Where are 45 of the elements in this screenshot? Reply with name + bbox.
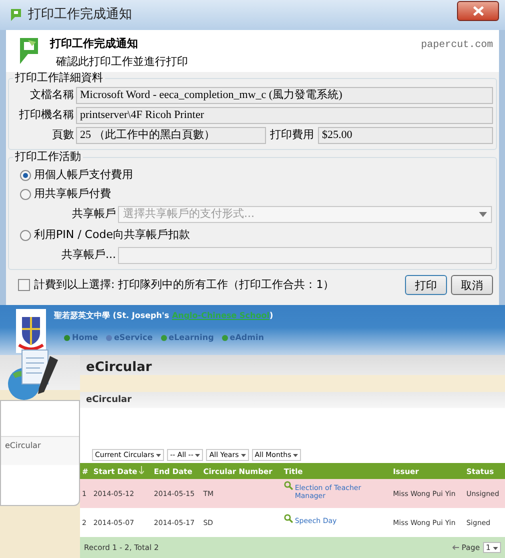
caret-icon [240,454,246,456]
readonly-field: Microsoft Word - eeca_completion_mw_c (風力發電系統) [76,87,493,104]
app-logo-icon [18,36,40,66]
readonly-field: $25.00 [318,127,493,144]
readonly-field: 25 （此工作中的黑白頁數） [76,127,266,144]
group-legend: 打印工作詳細資料 [13,72,105,84]
brand-text: papercut.com [420,39,493,52]
field-label: 文檔名稱 [29,89,74,102]
header-subtitle: 確認此打印工作並進行打印 [55,56,189,68]
page-title: eCircular [80,355,505,375]
close-button[interactable] [457,1,499,21]
checkbox[interactable] [18,279,30,291]
section-title: eCircular [80,392,505,408]
field-label: 共享帳戶 [71,208,116,221]
radio-button[interactable] [20,170,31,180]
magnifier-icon[interactable] [284,481,293,490]
school-name: 聖若瑟英文中學 (St. Joseph's Anglo-Chinese School) [54,310,274,321]
radio-button[interactable] [20,188,31,200]
caret-icon [493,547,498,550]
print-button[interactable]: 打印 [405,275,447,295]
account-dropdown[interactable]: 選擇共享帳戶的支付形式... [118,206,492,223]
sidebar-item[interactable]: eCircular [1,436,79,465]
field-label: 打印費用 [269,129,315,142]
group-legend: 打印工作活動 [13,151,83,163]
checkbox-label: 計費到以上選擇: 打印隊列中的所有工作（打印工作合共：1） [34,278,336,292]
radio-button[interactable] [20,230,31,240]
radio-label: 利用PIN / Code向共享帳戶扣款 [34,228,190,242]
field-label: 共享帳戶... [60,249,116,262]
window-title: 打印工作完成通知 [28,8,133,22]
close-icon [472,6,484,16]
caret-icon [293,454,298,456]
radio-label: 用共享帳戶付費 [34,188,111,200]
previous-arrow-icon[interactable] [452,545,459,550]
radio-label: 用個人帳戶支付費用 [34,168,133,182]
sort-icon [139,466,144,474]
magnifier-icon[interactable] [284,514,293,523]
caret-icon [479,212,487,217]
app-logo-icon [10,8,22,22]
cancel-button[interactable]: 取消 [451,275,493,295]
field-label: 打印機名稱 [18,109,74,122]
field-label: 頁數 [51,129,74,142]
readonly-field: printserver\4F Ricoh Printer [76,107,493,124]
caret-icon [156,454,162,456]
header-title: 打印工作完成通知 [50,38,139,51]
caret-icon [195,454,200,456]
